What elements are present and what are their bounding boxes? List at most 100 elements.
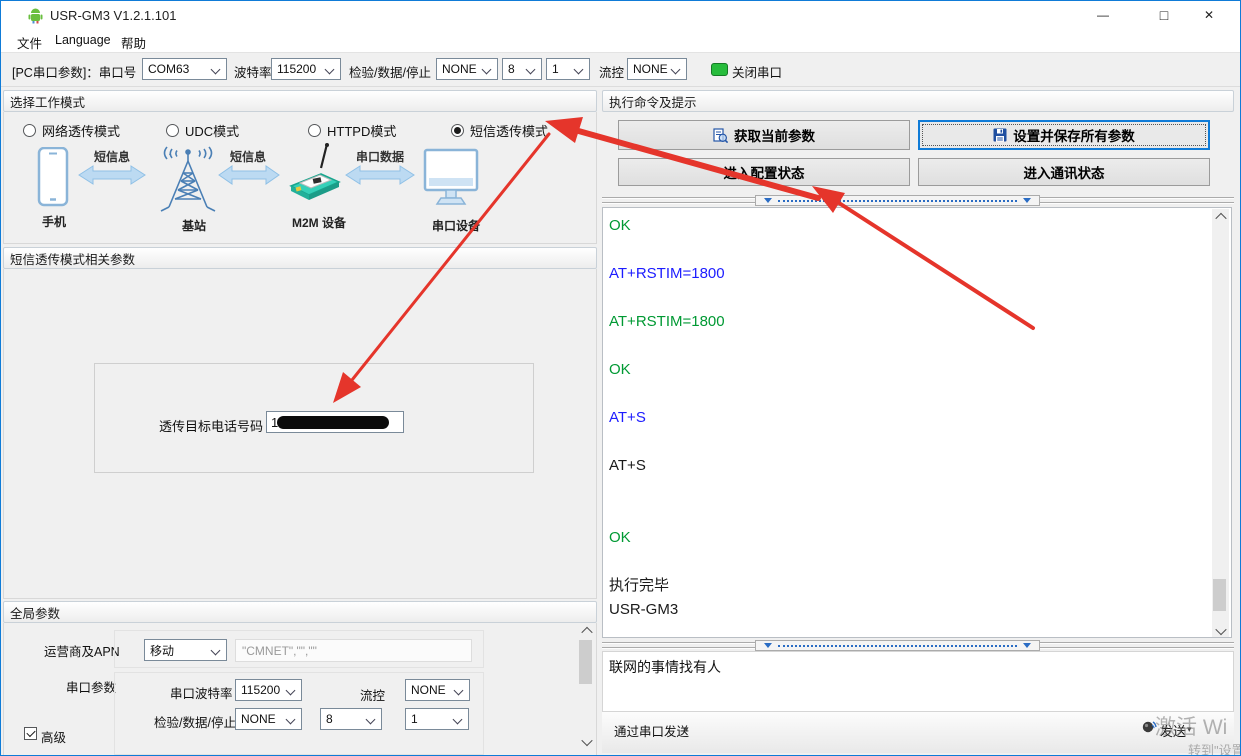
- node-label-phone: 手机: [42, 213, 66, 230]
- serial-toolbar: [PC串口参数]：串口号 COM63 波特率 115200 检验/数据/停止 N…: [0, 52, 1241, 87]
- menu-file[interactable]: 文件: [17, 33, 42, 52]
- mode-label: 网络透传模式: [42, 121, 120, 140]
- radio-icon[interactable]: [308, 124, 321, 137]
- log-line: 执行完毕: [609, 574, 1207, 598]
- gp-parity-label: 检验/数据/停止: [154, 712, 236, 731]
- phone-icon: [37, 147, 69, 207]
- menu-help[interactable]: 帮助: [121, 33, 146, 52]
- window-title: USR-GM3 V1.2.1.101: [50, 8, 176, 23]
- scroll-down-icon[interactable]: [1212, 623, 1229, 638]
- advanced-checkbox[interactable]: [24, 727, 37, 740]
- baud-select[interactable]: 115200: [271, 58, 341, 80]
- carrier-select[interactable]: 移动: [144, 639, 227, 661]
- log-line: OK: [609, 214, 1207, 238]
- advanced-label: 高级: [41, 727, 66, 746]
- gp-stopbits-value: 1: [411, 712, 418, 726]
- search-doc-icon: [713, 128, 728, 143]
- command-log[interactable]: OK AT+RSTIM=1800 AT+RSTIM=1800 OK AT+S A…: [602, 207, 1232, 638]
- dropdown-arrow-icon[interactable]: ▾: [684, 724, 689, 735]
- radio-icon[interactable]: [166, 124, 179, 137]
- radio-checked-icon[interactable]: [451, 124, 464, 137]
- databits-select[interactable]: 8: [502, 58, 542, 80]
- link-label-sms1: 短信息: [94, 148, 130, 165]
- baud-value: 115200: [277, 62, 316, 76]
- send-via-serial-button[interactable]: 通过串口发送: [614, 721, 689, 740]
- close-button[interactable]: ✕: [1186, 0, 1232, 30]
- enter-config-button[interactable]: 进入配置状态: [618, 158, 910, 186]
- parity-label: 检验/数据/停止: [349, 62, 431, 81]
- gp-flow-select[interactable]: NONE: [405, 679, 470, 701]
- maximize-button[interactable]: □: [1141, 0, 1187, 30]
- title-bar[interactable]: USR-GM3 V1.2.1.101 — □ ✕: [0, 0, 1241, 30]
- flow-select[interactable]: NONE: [627, 58, 687, 80]
- scroll-up-icon[interactable]: [578, 623, 595, 638]
- global-params-section: 运营商及APN 移动 "CMNET","","" 串口参数 串口波特率 1152…: [3, 623, 597, 756]
- enter-config-label: 进入配置状态: [724, 162, 805, 182]
- save-params-label: 设置并保存所有参数: [1013, 125, 1135, 145]
- apn-panel: 移动 "CMNET","","": [114, 630, 484, 668]
- parity-value: NONE: [442, 62, 477, 76]
- scroll-down-icon[interactable]: [578, 734, 595, 749]
- mode-label: 短信透传模式: [470, 121, 548, 140]
- sms-params-section: 透传目标电话号码 1: [3, 269, 597, 599]
- collapse-arrow-icon: [764, 198, 772, 203]
- mode-option-httpd[interactable]: HTTPD模式: [308, 121, 396, 140]
- gp-stopbits-select[interactable]: 1: [405, 708, 469, 730]
- dropdown-arrow-icon[interactable]: ▾: [1187, 724, 1192, 735]
- get-params-button[interactable]: 获取当前参数: [618, 120, 910, 150]
- double-arrow-icon: [345, 164, 415, 186]
- gp-flow-value: NONE: [411, 683, 446, 697]
- splitter-handle[interactable]: [755, 195, 1040, 206]
- log-line: [609, 478, 1207, 502]
- apn-value-field[interactable]: "CMNET","","": [235, 639, 472, 662]
- send-message-input[interactable]: 联网的事情找有人: [602, 651, 1234, 712]
- mode-label: HTTPD模式: [327, 121, 396, 140]
- stopbits-value: 1: [552, 62, 559, 76]
- gp-parity-select[interactable]: NONE: [235, 708, 302, 730]
- parity-select[interactable]: NONE: [436, 58, 498, 80]
- splitter-handle[interactable]: [755, 640, 1040, 651]
- gp-baud-select[interactable]: 115200: [235, 679, 302, 701]
- port-status-led-icon: [711, 63, 728, 76]
- enter-comm-button[interactable]: 进入通讯状态: [918, 158, 1210, 186]
- send-button[interactable]: 发送: [1160, 721, 1186, 740]
- log-line: [609, 334, 1207, 358]
- scrollbar-thumb[interactable]: [579, 640, 592, 684]
- com-port-value: COM63: [148, 62, 189, 76]
- phone-number-input[interactable]: 1: [266, 411, 404, 433]
- gp-baud-value: 115200: [241, 683, 280, 697]
- save-params-button[interactable]: 设置并保存所有参数: [918, 120, 1210, 150]
- base-station-icon: [157, 145, 219, 213]
- mode-option-sms[interactable]: 短信透传模式: [451, 121, 548, 140]
- gp-flow-label: 流控: [360, 685, 385, 704]
- minimize-button[interactable]: —: [1080, 0, 1126, 30]
- close-port-button[interactable]: 关闭串口: [732, 62, 782, 81]
- apn-label: 运营商及APN: [44, 641, 120, 660]
- redaction-mark: [277, 416, 389, 429]
- pc-serial-label: [PC串口参数]：串口号: [12, 62, 136, 81]
- log-line: AT+S: [609, 454, 1207, 478]
- log-line: [609, 502, 1207, 526]
- global-params-header: 全局参数: [3, 601, 597, 623]
- log-scrollbar[interactable]: [1212, 209, 1229, 638]
- scrollbar-thumb[interactable]: [1213, 579, 1226, 611]
- log-line: [609, 286, 1207, 310]
- work-mode-section: 网络透传模式 UDC模式 HTTPD模式 短信透传模式 手机 短信息: [3, 112, 597, 244]
- scroll-up-icon[interactable]: [1212, 209, 1229, 224]
- radio-icon[interactable]: [23, 124, 36, 137]
- stopbits-select[interactable]: 1: [546, 58, 590, 80]
- work-mode-header: 选择工作模式: [3, 90, 597, 112]
- link-label-sms2: 短信息: [230, 148, 266, 165]
- gp-databits-select[interactable]: 8: [320, 708, 382, 730]
- send-message-text: 联网的事情找有人: [609, 659, 721, 675]
- log-line: AT+S: [609, 406, 1207, 430]
- mode-option-udc[interactable]: UDC模式: [166, 121, 239, 140]
- sms-params-header: 短信透传模式相关参数: [3, 247, 597, 269]
- link-label-serialdata: 串口数据: [356, 148, 404, 165]
- mode-option-network[interactable]: 网络透传模式: [23, 121, 120, 140]
- flow-value: NONE: [633, 62, 668, 76]
- log-line: [609, 382, 1207, 406]
- global-params-scrollbar[interactable]: [578, 623, 595, 749]
- com-port-select[interactable]: COM63: [142, 58, 227, 80]
- menu-language[interactable]: Language: [55, 33, 111, 47]
